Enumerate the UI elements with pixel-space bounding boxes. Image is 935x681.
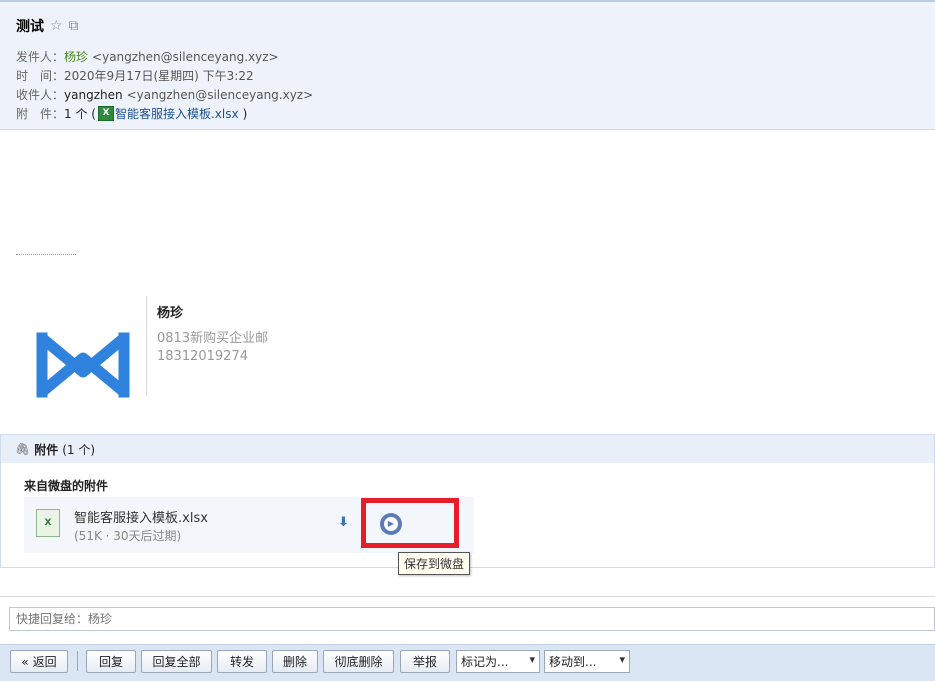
delete-button[interactable]: 删除 bbox=[272, 650, 318, 673]
sender-name[interactable]: 杨珍 bbox=[64, 48, 88, 65]
attachment-row: 附 件： 1 个 ( X 智能客服接入模板.xlsx ) bbox=[16, 105, 247, 122]
time-value: 2020年9月17日(星期四) 下午3:22 bbox=[64, 69, 254, 83]
time-label: 时 间： bbox=[16, 69, 65, 83]
delete-permanent-button[interactable]: 彻底删除 bbox=[323, 650, 394, 673]
attachments-title: 附件 bbox=[34, 442, 59, 457]
report-button[interactable]: 举报 bbox=[400, 650, 450, 673]
attachment-label: 附 件： bbox=[16, 107, 65, 121]
mark-as-label: 标记为... bbox=[461, 655, 509, 669]
excel-file-icon: X bbox=[97, 106, 114, 121]
move-to-select[interactable]: 移动到... ▾ bbox=[544, 650, 630, 673]
chevron-down-icon: ▾ bbox=[619, 653, 625, 666]
attachment-close-paren: ) bbox=[242, 106, 248, 121]
signature-phone: 18312019274 bbox=[157, 349, 248, 364]
mail-subject: 测试 bbox=[16, 19, 44, 35]
star-icon[interactable]: ☆ bbox=[50, 19, 63, 33]
move-to-label: 移动到... bbox=[549, 655, 597, 669]
time-row: 时 间： 2020年9月17日(星期四) 下午3:22 bbox=[16, 67, 254, 84]
quick-reply-input[interactable] bbox=[9, 607, 935, 631]
recipient-email: <yangzhen@silenceyang.xyz> bbox=[126, 87, 314, 102]
toolbar-divider bbox=[77, 651, 78, 671]
from-label: 发件人： bbox=[16, 50, 65, 64]
excel-file-icon: X bbox=[36, 509, 60, 537]
attachments-section-label: 来自微盘的附件 bbox=[24, 479, 109, 493]
back-button[interactable]: « 返回 bbox=[10, 650, 68, 673]
signature-company: 0813新购买企业邮 bbox=[157, 331, 269, 346]
recipient-name[interactable]: yangzhen bbox=[64, 88, 123, 102]
to-row: 收件人： yangzhen <yangzhen@silenceyang.xyz> bbox=[16, 86, 313, 103]
attachment-file-name[interactable]: 智能客服接入模板.xlsx bbox=[74, 507, 208, 526]
attachment-file-meta: (51K · 30天后过期) bbox=[74, 529, 182, 543]
signature-name: 杨珍 bbox=[157, 306, 184, 321]
popout-icon[interactable]: ⧉ bbox=[69, 19, 79, 33]
attachment-link[interactable]: 智能客服接入模板.xlsx bbox=[115, 105, 239, 122]
forward-button[interactable]: 转发 bbox=[217, 650, 267, 673]
separator bbox=[0, 596, 935, 597]
attachment-count: 1 个 ( bbox=[64, 107, 96, 121]
signature-divider bbox=[16, 254, 76, 255]
reply-all-button[interactable]: 回复全部 bbox=[141, 650, 212, 673]
chevron-down-icon: ▾ bbox=[529, 653, 535, 666]
save-tooltip: 保存到微盘 bbox=[398, 552, 471, 575]
from-row: 发件人： 杨珍 <yangzhen@silenceyang.xyz> bbox=[16, 48, 279, 65]
to-label: 收件人： bbox=[16, 88, 65, 102]
mark-as-select[interactable]: 标记为... ▾ bbox=[456, 650, 540, 673]
company-logo bbox=[36, 332, 130, 398]
signature-vertical-line bbox=[146, 296, 147, 396]
highlight-box bbox=[361, 498, 459, 548]
attachments-header: 🖇 附件 (1 个) bbox=[1, 435, 934, 463]
reply-button[interactable]: 回复 bbox=[86, 650, 136, 673]
download-icon[interactable]: ⬇ bbox=[338, 515, 349, 530]
attachments-count: (1 个) bbox=[62, 442, 96, 457]
paperclip-icon: 🖇 bbox=[15, 442, 31, 456]
subject-row: 测试 ☆ ⧉ bbox=[16, 16, 79, 36]
sender-email: <yangzhen@silenceyang.xyz> bbox=[92, 49, 279, 64]
